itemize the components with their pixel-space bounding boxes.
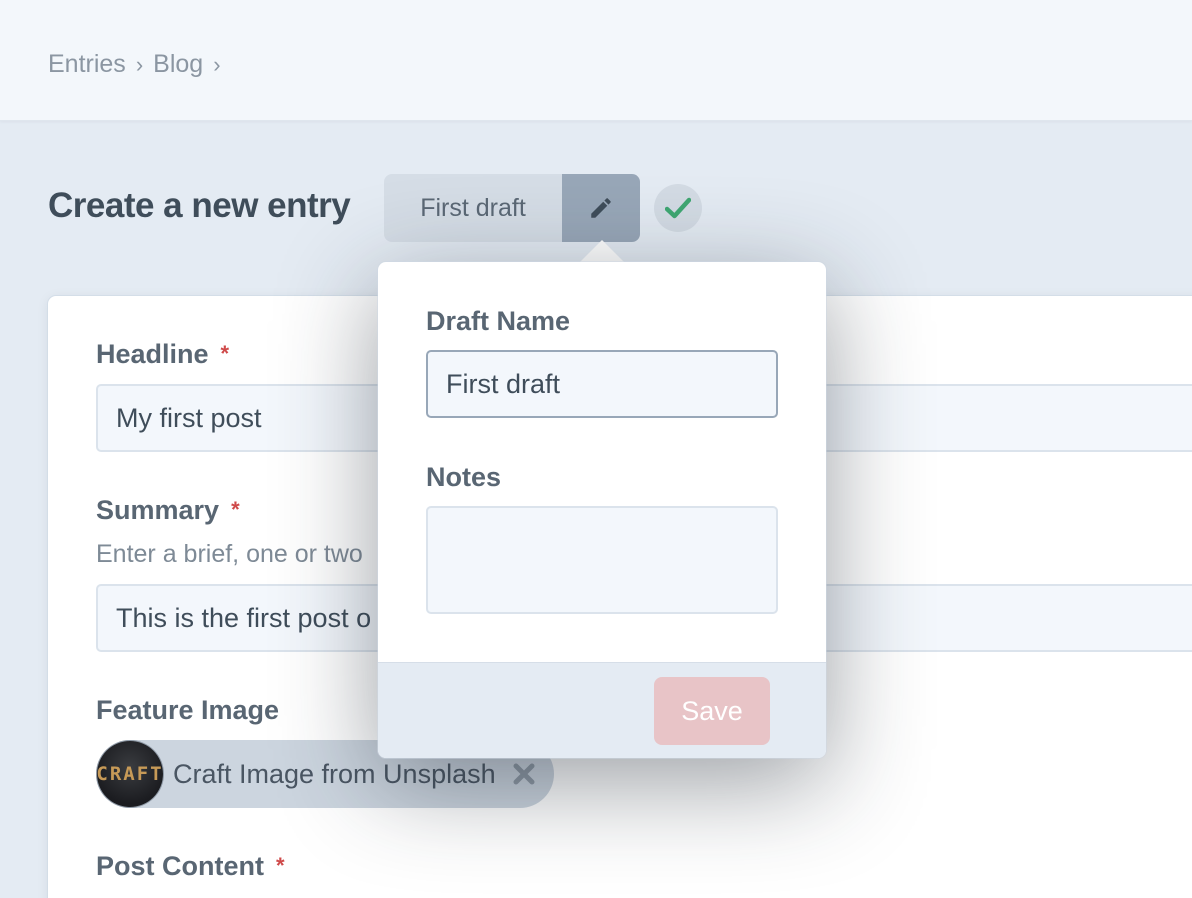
pencil-icon (591, 198, 611, 218)
summary-label-text: Summary (96, 495, 220, 525)
required-indicator: * (231, 497, 240, 522)
asset-thumbnail: CRAFT (97, 741, 163, 807)
close-icon[interactable] (510, 760, 538, 788)
headline-label: Headline * (96, 339, 229, 370)
confirm-button[interactable] (654, 184, 702, 232)
summary-instructions: Enter a brief, one or two (96, 540, 363, 568)
breadcrumb-blog[interactable]: Blog (153, 50, 203, 79)
save-button[interactable]: Save (654, 677, 770, 745)
post-content-label-text: Post Content (96, 851, 264, 881)
edit-draft-button[interactable] (562, 174, 640, 242)
feature-image-label-text: Feature Image (96, 695, 280, 725)
asset-title: Craft Image from Unsplash (173, 758, 496, 789)
draft-name-input[interactable]: First draft (426, 350, 778, 418)
summary-label: Summary * (96, 495, 240, 526)
post-content-label: Post Content * (96, 851, 285, 882)
draft-settings-popover: Draft Name First draft Notes Save (378, 262, 826, 758)
required-indicator: * (276, 853, 285, 878)
draft-name-label: Draft Name (426, 306, 571, 336)
asset-thumbnail-text: CRAFT (97, 763, 163, 785)
required-indicator: * (220, 341, 230, 366)
breadcrumb-separator: › (213, 51, 221, 77)
check-icon (665, 197, 691, 219)
draft-name-group: First draft (384, 174, 640, 242)
popover-footer: Save (378, 662, 826, 758)
notes-textarea[interactable] (426, 506, 778, 614)
popover-arrow (578, 240, 626, 264)
page-title: Create a new entry (48, 186, 351, 225)
notes-label: Notes (426, 462, 502, 492)
feature-image-label: Feature Image (96, 695, 279, 726)
breadcrumb-entries[interactable]: Entries (48, 50, 126, 79)
draft-name-button[interactable]: First draft (384, 174, 562, 242)
headline-label-text: Headline (96, 339, 209, 369)
breadcrumb: Entries › Blog › (48, 50, 231, 79)
breadcrumb-separator: › (135, 51, 144, 77)
top-bar: Entries › Blog › (0, 0, 1192, 121)
